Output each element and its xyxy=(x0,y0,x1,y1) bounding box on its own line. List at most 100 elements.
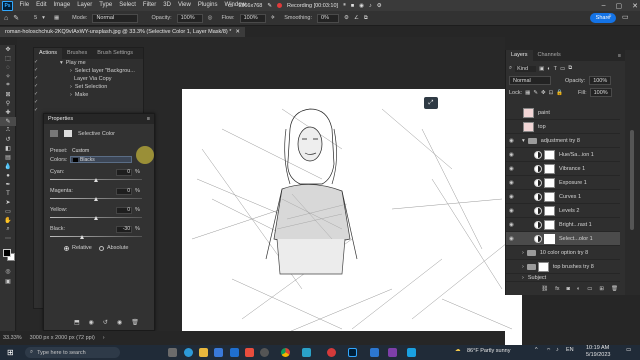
type-filter-icon[interactable]: T xyxy=(554,66,557,72)
layer-group-row[interactable]: ◉ ▾ adjustment try 8 xyxy=(506,134,620,148)
quick-select-tool-icon[interactable]: ✧ xyxy=(0,72,16,81)
maximize-icon[interactable]: ▢ xyxy=(616,2,623,10)
eye-icon[interactable]: ◉ xyxy=(509,194,516,200)
layer-row[interactable]: › Subject xyxy=(506,274,620,282)
app-icon[interactable] xyxy=(302,348,311,357)
gradient-tool-icon[interactable]: ▤ xyxy=(0,153,16,162)
chevron-right-icon[interactable]: › xyxy=(103,335,105,341)
chevron-right-icon[interactable]: › xyxy=(522,275,524,281)
crop-tool-icon[interactable]: ⌗ xyxy=(0,81,16,90)
mode-select[interactable]: Normal xyxy=(92,13,139,23)
layer-opacity-field[interactable]: 100% xyxy=(589,76,612,85)
angle-icon[interactable]: ∠ xyxy=(354,15,359,21)
menu-filter[interactable]: Filter xyxy=(139,0,159,11)
layer-row[interactable]: › top brushes try 8 xyxy=(506,260,620,274)
add-mask-icon[interactable]: ◙ xyxy=(567,286,570,292)
layer-row-selected[interactable]: ◉ Select...olor 1 xyxy=(506,232,620,246)
list-item[interactable]: Layer Via Copy xyxy=(34,75,143,83)
list-item[interactable]: › Select layer "Backgrou... xyxy=(34,67,143,75)
stop-icon[interactable]: ■ xyxy=(351,3,354,9)
new-layer-icon[interactable]: ⊞ xyxy=(599,286,604,292)
eye-icon[interactable]: ◉ xyxy=(509,236,516,242)
brush-tool-icon[interactable]: ✎ xyxy=(13,14,19,22)
check-icon[interactable]: ✓ xyxy=(34,74,43,82)
notifications-icon[interactable]: ▭ xyxy=(626,347,631,353)
pressure-opacity-icon[interactable]: ◎ xyxy=(208,15,213,21)
app-icon[interactable] xyxy=(388,348,397,357)
clip-to-layer-icon[interactable]: ⬒ xyxy=(74,319,80,326)
list-item[interactable]: ▾ Play me xyxy=(34,59,143,67)
relative-option[interactable]: Relative xyxy=(64,245,92,251)
network-icon[interactable]: ⌔ xyxy=(546,347,551,354)
move-tool-icon[interactable]: ✥ xyxy=(0,45,16,54)
eye-icon[interactable]: ◉ xyxy=(509,222,516,228)
scrollbar-thumb[interactable] xyxy=(630,130,634,230)
chevron-right-icon[interactable]: › xyxy=(522,250,524,256)
check-icon[interactable]: ✓ xyxy=(34,82,43,90)
smart-filter-icon[interactable]: ⧉ xyxy=(568,65,572,72)
brush-size-value[interactable]: 5 xyxy=(34,15,37,21)
smoothing-field[interactable]: 0% xyxy=(317,13,340,23)
more-tools-icon[interactable]: ⋯ xyxy=(0,234,16,243)
eraser-tool-icon[interactable]: ◧ xyxy=(0,144,16,153)
taskbar-search[interactable]: ⌕ Type here to search xyxy=(25,347,120,358)
magenta-slider-knob[interactable] xyxy=(93,197,98,201)
file-explorer-icon[interactable] xyxy=(199,348,208,357)
new-adjustment-icon[interactable]: ◐ xyxy=(577,286,580,292)
brush-preset-icon[interactable]: ▾ xyxy=(42,15,45,21)
path-select-tool-icon[interactable]: ➤ xyxy=(0,198,16,207)
airbrush-icon[interactable]: ✈ xyxy=(271,15,276,21)
tab-brush-settings[interactable]: Brush Settings xyxy=(92,48,138,59)
menu-layer[interactable]: Layer xyxy=(74,0,96,11)
eye-icon[interactable]: ◉ xyxy=(509,138,516,144)
minimize-icon[interactable]: – xyxy=(602,2,606,9)
app-icon[interactable] xyxy=(370,348,379,357)
layer-row[interactable]: ◉ Exposure 1 xyxy=(506,176,620,190)
search-icon[interactable]: ⌕ xyxy=(608,13,612,21)
tab-layers[interactable]: Layers xyxy=(506,50,533,61)
layer-row[interactable]: ◉ Levels 2 xyxy=(506,204,620,218)
cyan-value[interactable]: 0 xyxy=(116,169,132,176)
absolute-radio[interactable] xyxy=(99,245,104,251)
history-brush-tool-icon[interactable]: ↺ xyxy=(0,135,16,144)
lock-paint-icon[interactable]: ✎ xyxy=(533,90,538,96)
tab-brushes[interactable]: Brushes xyxy=(62,48,92,59)
menu-plugins[interactable]: Plugins xyxy=(194,0,221,11)
tab-channels[interactable]: Channels xyxy=(533,50,566,61)
home-icon[interactable]: ⌂ xyxy=(4,15,8,22)
symmetry-icon[interactable]: ⧉ xyxy=(364,15,368,22)
foreground-color-swatch[interactable] xyxy=(3,249,11,257)
shape-tool-icon[interactable]: ▭ xyxy=(0,207,16,216)
check-icon[interactable]: ✓ xyxy=(34,106,43,114)
link-icon[interactable]: ⛓ xyxy=(541,286,548,292)
kind-select[interactable]: Kind xyxy=(515,65,537,72)
clock-date[interactable]: 5/19/2023 xyxy=(586,352,610,358)
language-icon[interactable]: EN xyxy=(566,347,574,353)
brush-tool-icon[interactable]: ✎ xyxy=(0,117,16,126)
photos-icon[interactable] xyxy=(245,348,254,357)
panel-menu-icon[interactable]: ≡ xyxy=(618,53,621,59)
layer-row[interactable]: ◉ Hue/Sa...ion 1 xyxy=(506,148,620,162)
recorder-icon[interactable] xyxy=(327,348,336,357)
dodge-tool-icon[interactable]: ● xyxy=(0,171,16,180)
black-value[interactable]: -30 xyxy=(116,226,132,233)
visibility-icon[interactable]: ◉ xyxy=(117,319,122,326)
panel-menu-icon[interactable]: ≡ xyxy=(147,116,150,122)
edge-icon[interactable] xyxy=(184,348,193,357)
view-previous-icon[interactable]: ◉ xyxy=(89,319,94,326)
layers-scrollbar[interactable] xyxy=(625,50,640,295)
share-button[interactable]: Share xyxy=(590,13,616,23)
adjustment-filter-icon[interactable]: ◐ xyxy=(547,66,550,72)
check-icon[interactable]: ✓ xyxy=(34,98,43,106)
document-canvas[interactable]: ⤢ xyxy=(182,89,522,347)
eye-icon[interactable]: ◉ xyxy=(509,180,516,186)
marquee-tool-icon[interactable]: ⬚ xyxy=(0,54,16,63)
lock-move-icon[interactable]: ✥ xyxy=(541,90,546,96)
app-icon[interactable] xyxy=(407,348,416,357)
screen-mode-icon[interactable]: ▣ xyxy=(0,277,16,286)
mic-icon[interactable]: ♪ xyxy=(369,3,372,9)
eyedropper-tool-icon[interactable]: ⚲ xyxy=(0,99,16,108)
eye-icon[interactable]: ◉ xyxy=(509,208,516,214)
yellow-slider-knob[interactable] xyxy=(93,216,98,220)
blend-mode-select[interactable]: Normal xyxy=(509,76,551,85)
